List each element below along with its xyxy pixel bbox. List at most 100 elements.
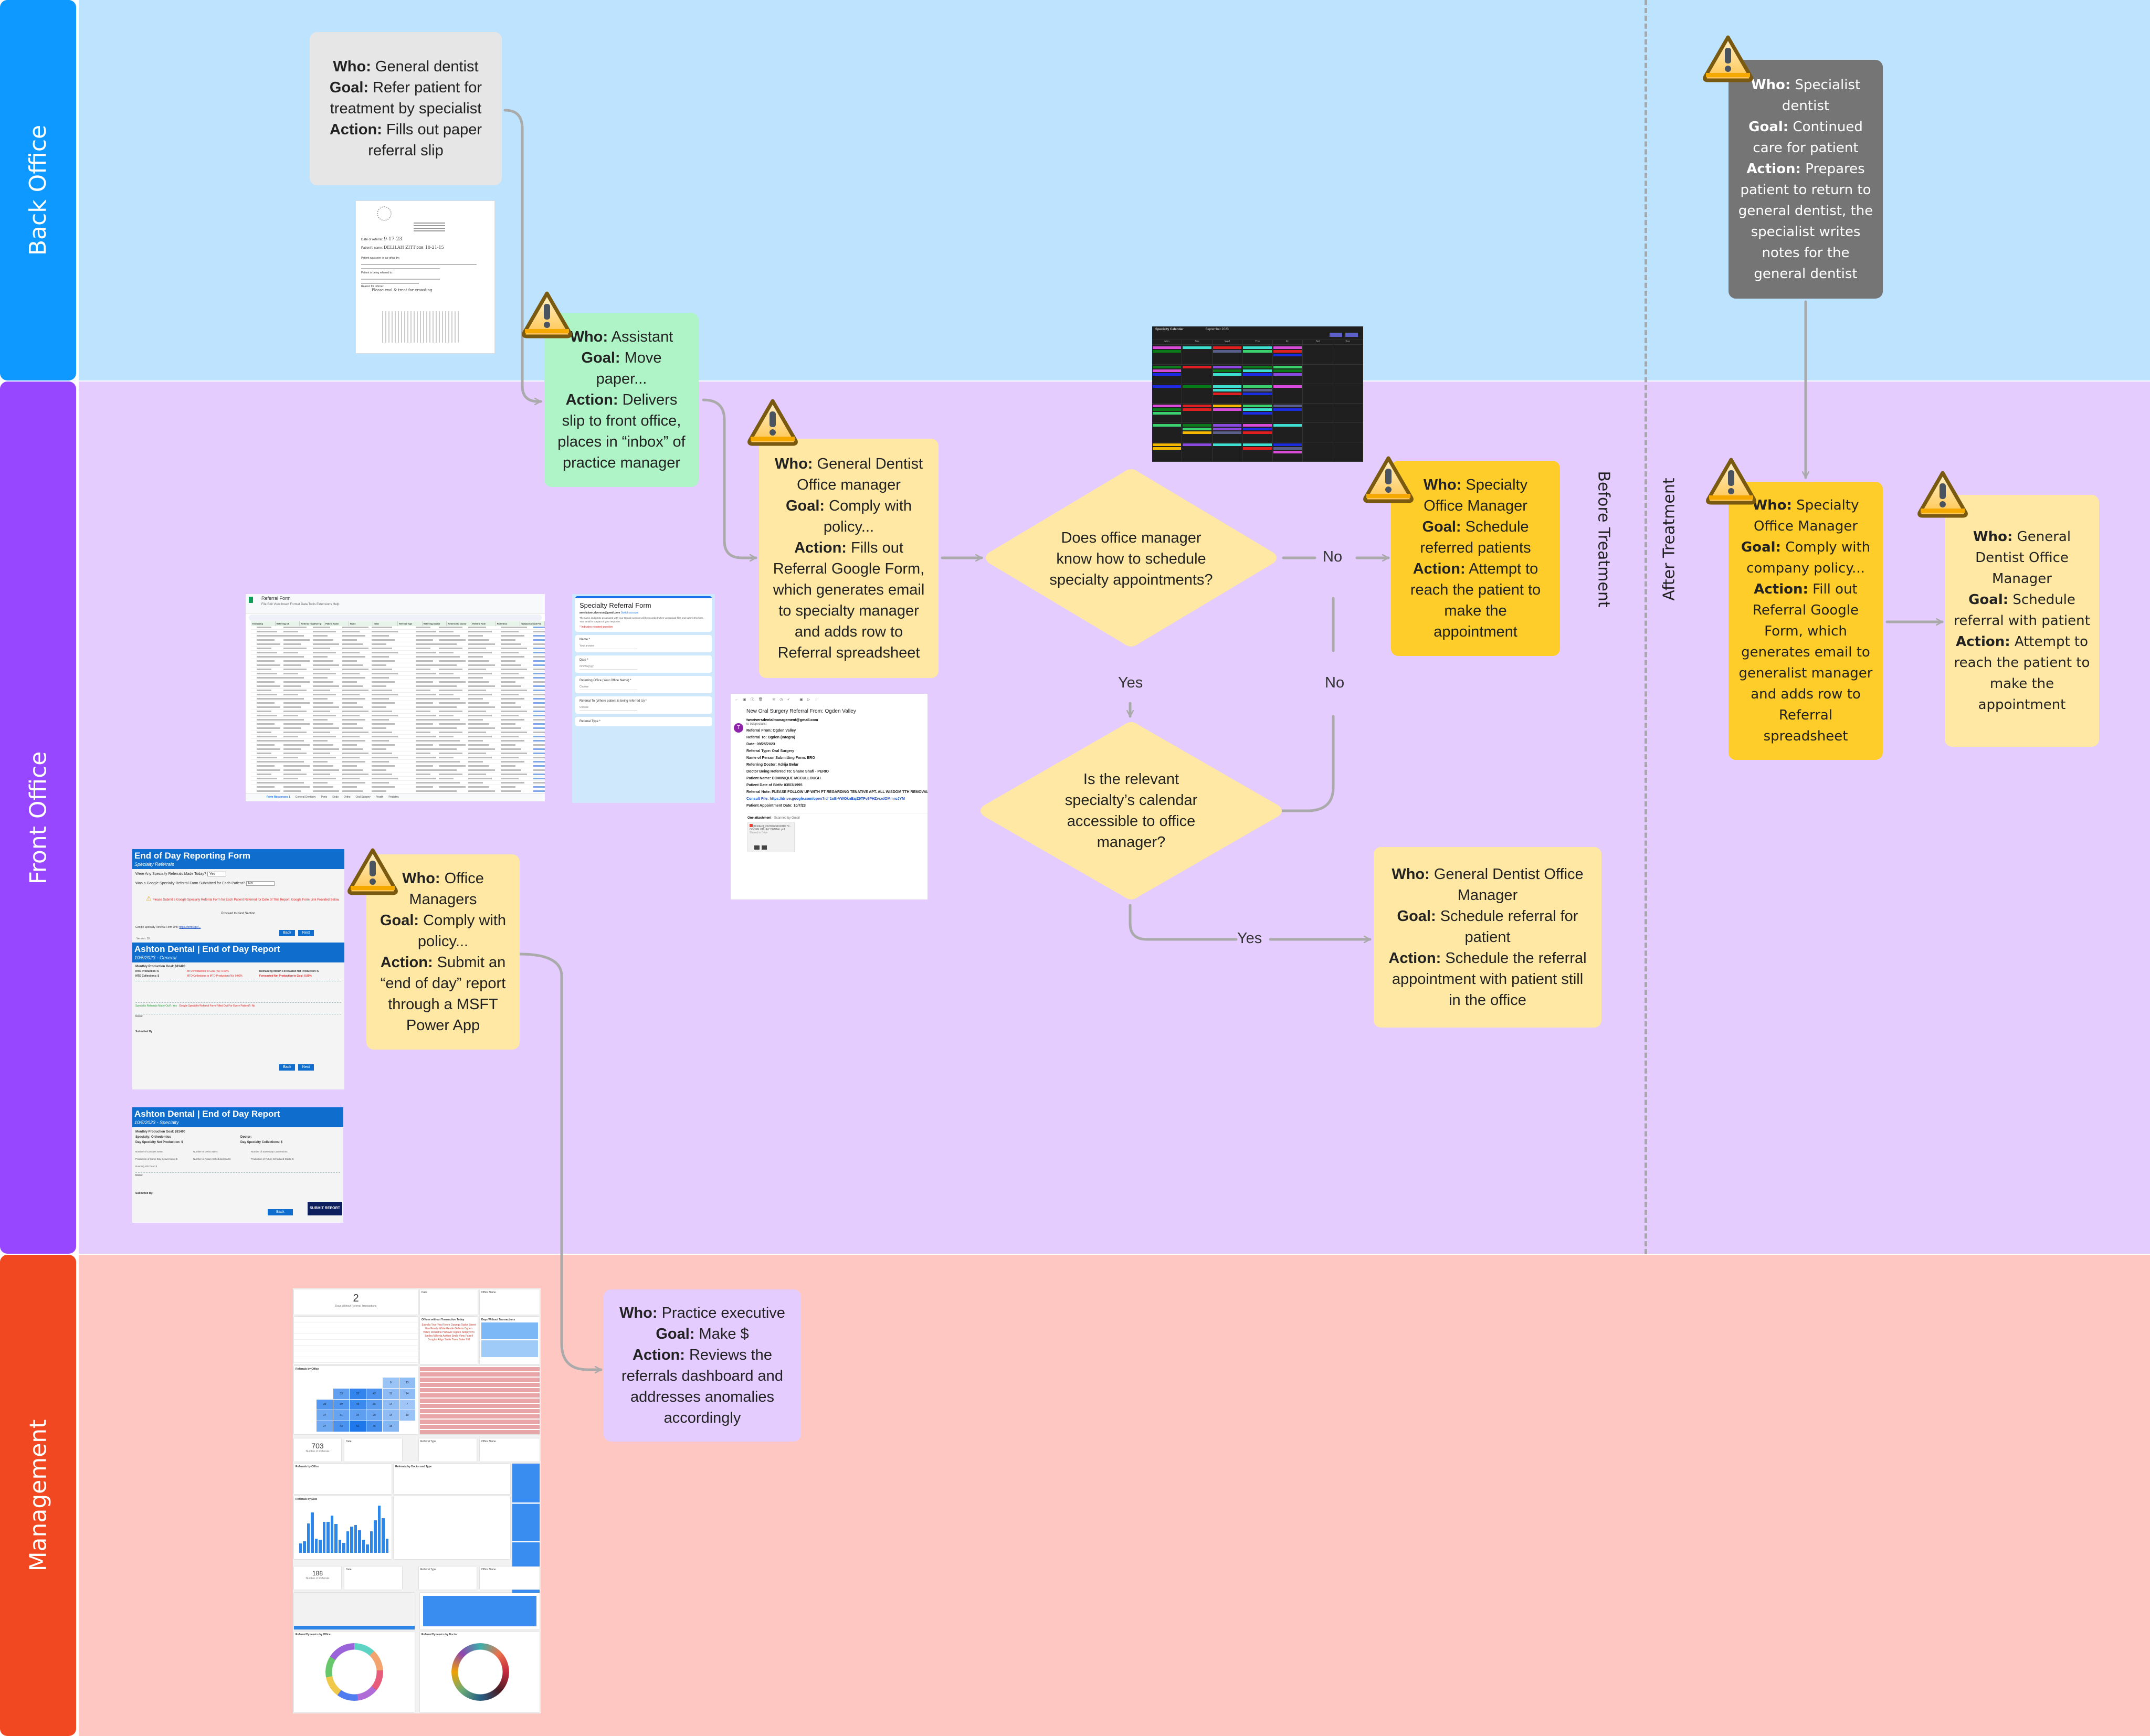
calendar-event: [1243, 431, 1272, 434]
table-row: [251, 756, 545, 760]
card-who: Who: Specialist dentist: [1751, 77, 1861, 114]
referrals-by-date-bars: [299, 1506, 389, 1553]
form-field-input[interactable]: Choose: [579, 706, 637, 711]
calendar-event: [1213, 388, 1242, 391]
form-header-card: Specialty Referral Form amelialynn.elver…: [575, 596, 712, 632]
table-row: [251, 651, 545, 655]
office-name-filter[interactable]: Office Name: [480, 1438, 540, 1462]
eod-report-next-button[interactable]: Next: [298, 1064, 314, 1071]
drive-folder-icon[interactable]: [762, 845, 767, 850]
card-goal: Goal: Comply with policy...: [380, 912, 507, 950]
referral-type-filter[interactable]: Referral Type: [419, 1566, 477, 1590]
card-action: Action: Submit an “end of day” report th…: [380, 954, 506, 1034]
eod-q1: Were Any Specialty Referrals Made Today?…: [135, 871, 341, 877]
calendar-day-cell: [1212, 384, 1243, 404]
table-row: [251, 710, 545, 714]
calendar-day-cell: [1303, 364, 1333, 384]
download-icon[interactable]: [754, 845, 760, 850]
table-row: [251, 722, 545, 726]
calendar-event: [1273, 354, 1302, 356]
calendar-event: [1273, 451, 1302, 453]
calendar-day-cell: [1182, 404, 1213, 423]
calendar-event: [1183, 385, 1211, 388]
calendar-event: [1213, 369, 1242, 372]
calendar-day-cell: [1333, 364, 1363, 384]
bar: [334, 1524, 338, 1553]
calendar-weekday: Wed: [1213, 340, 1243, 344]
spreadsheet-tab: Form Responses 1: [267, 796, 290, 799]
table-row: [251, 680, 545, 684]
email-attachment-card[interactable]: [Untitled]_20230925192810 79 - OGDEN VAL…: [747, 822, 795, 852]
date-filter[interactable]: Date: [420, 1289, 478, 1315]
eod-metric: Running A/R Total: $: [135, 1165, 157, 1168]
eod-report-general: Ashton Dental | End of Day Report 10/5/20…: [132, 943, 344, 1071]
calendar-header: Specialty Calendar September 2023: [1152, 326, 1363, 340]
calendar-event: [1273, 408, 1302, 411]
bar: [322, 1521, 326, 1553]
card-action: Action: Prepares patient to return to ge…: [1738, 161, 1873, 282]
form-field-card: Name * Your answer: [575, 635, 712, 652]
slip-patient-row: Patient's name: DELILAH ZITT DOB: 10-21-…: [361, 245, 444, 250]
form-fields: Name * Your answer Date * mm/dd/yyyy Referri…: [573, 635, 714, 726]
eod-metric: Production of Same Day Conversions: $: [135, 1158, 178, 1160]
calendar-event: [1273, 350, 1302, 353]
heatmap-cell: 42: [366, 1388, 383, 1399]
calendar-event: [1213, 350, 1242, 353]
email-line: Patient Appointment Date: 10/7/23: [746, 804, 806, 808]
form-field-input[interactable]: Your answer: [579, 644, 637, 649]
paper-referral-slip-image: Date of referral: 9-17-23 Patient's name…: [355, 200, 495, 354]
card-action: Action: Fill out Referral Google Form, w…: [1738, 581, 1873, 744]
calendar-event: [1183, 346, 1211, 349]
form-field-card: Referral To (Where patient is being refe…: [575, 696, 712, 714]
eod-q2-select[interactable]: No: [246, 881, 275, 886]
eod-q1-select[interactable]: Yes: [207, 872, 227, 876]
eod-next-button[interactable]: Next: [298, 930, 314, 936]
form-title: Specialty Referral Form: [579, 601, 651, 609]
office-name-filter[interactable]: Office Name: [480, 1566, 540, 1590]
form-field-input[interactable]: Choose: [579, 685, 637, 690]
date-filter[interactable]: Date: [344, 1566, 402, 1590]
lane-label-back-office: Back Office: [0, 0, 76, 380]
table-row: [251, 764, 545, 768]
calendar-day-cell: [1242, 442, 1273, 462]
calendar-event: [1153, 385, 1182, 388]
bar: [377, 1506, 381, 1553]
calendar-event: [1243, 405, 1272, 407]
referrals-dashboard-image: 2 Days Without Referral Transactions Dat…: [293, 1288, 541, 1713]
warning-triangle-icon: [522, 291, 572, 338]
eod-report-back-button[interactable]: Back: [279, 1064, 295, 1071]
heatmap-cell: 10: [399, 1410, 415, 1421]
email-avatar: T: [734, 723, 743, 733]
calendar-day-cell: [1303, 345, 1333, 365]
heatmap-cell: 33: [333, 1388, 350, 1399]
calendar-weekday: Sun: [1333, 340, 1363, 344]
calendar-day-cell: [1182, 384, 1213, 404]
calendar-day-cell: [1152, 422, 1183, 442]
heatmap-cell: 14: [399, 1388, 415, 1399]
bar: [385, 1539, 389, 1553]
table-row: [251, 697, 545, 701]
calendar-day-cell: [1152, 345, 1183, 365]
phase-label-after-text: After Treatment: [1660, 478, 1679, 601]
eod-specialty-back-button[interactable]: Back: [268, 1209, 293, 1215]
bar: [350, 1526, 353, 1553]
email-to: to trdspecialist: [746, 723, 767, 726]
card-goal: Goal: Make $: [656, 1326, 749, 1342]
email-line: Referral Type: Oral Surgery: [746, 749, 794, 753]
submit-report-button[interactable]: SUBMIT REPORT: [308, 1202, 342, 1215]
calendar-day-cell: [1333, 442, 1363, 462]
eod-back-button[interactable]: Back: [279, 930, 295, 936]
date-filter[interactable]: Date: [344, 1438, 402, 1462]
office-name-filter[interactable]: Office Name: [480, 1289, 540, 1315]
card-goal: Goal: Comply with company policy...: [1741, 539, 1871, 576]
kpi-ortho-referrals: 188 Number of Referrals: [294, 1566, 341, 1590]
email-line: Consult File: https://drive.google.com/o…: [746, 797, 905, 801]
calendar-event: [1213, 431, 1242, 434]
form-field-input[interactable]: mm/dd/yyyy: [579, 665, 637, 670]
calendar-event: [1153, 424, 1182, 427]
table-row: [251, 735, 545, 739]
spreadsheet-menu: File Edit View Insert Format Data Tools …: [261, 603, 340, 606]
eod-warning: ⚠ Please Submit a Google Specialty Refer…: [146, 895, 339, 902]
referral-type-filter[interactable]: Referral Type: [419, 1438, 477, 1462]
form-field-card: Referring Office (Your Office Name) * Cho…: [575, 676, 712, 693]
